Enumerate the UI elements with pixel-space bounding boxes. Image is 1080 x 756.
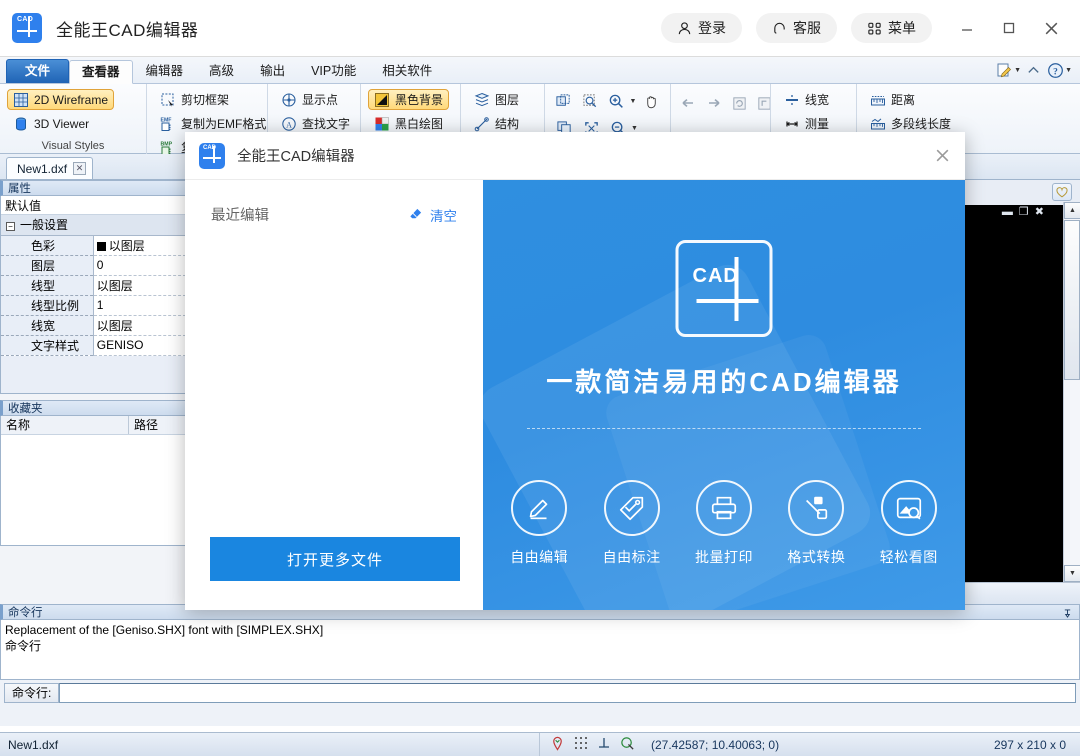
feature-free-annotate[interactable]: 自由标注 (603, 480, 661, 567)
modal-overlay: CAD 全能王CAD编辑器 最近编辑 (0, 0, 1080, 756)
application-window: CAD 全能王CAD编辑器 登录 客服 (0, 0, 1080, 756)
open-more-files-label: 打开更多文件 (287, 549, 383, 570)
convert-format-icon (788, 480, 844, 536)
favorite-heart-icon[interactable] (1052, 183, 1072, 201)
printer-icon (696, 480, 752, 536)
welcome-dialog-logo-icon: CAD (199, 143, 225, 169)
hero-title: 一款简洁易用的CAD编辑器 (483, 362, 965, 399)
feature-batch-print[interactable]: 批量打印 (695, 480, 753, 567)
hero-logo-icon: CAD (676, 240, 773, 337)
feature-easy-view[interactable]: 轻松看图 (880, 480, 938, 567)
feature-label: 自由标注 (603, 547, 661, 567)
welcome-dialog: CAD 全能王CAD编辑器 最近编辑 (185, 132, 965, 610)
feature-free-edit[interactable]: 自由编辑 (510, 480, 568, 567)
image-view-icon (881, 480, 937, 536)
recent-files-header: 最近编辑 清空 (185, 180, 483, 225)
open-more-files-button[interactable]: 打开更多文件 (210, 537, 460, 581)
recent-files-title: 最近编辑 (211, 204, 269, 225)
promo-pane: CAD 一款简洁易用的CAD编辑器 (483, 180, 965, 610)
feature-label: 自由编辑 (510, 547, 568, 567)
recent-files-pane: 最近编辑 清空 打开更多文件 (185, 180, 483, 610)
tag-annotate-icon (604, 480, 660, 536)
clear-recent-button[interactable]: 清空 (408, 205, 457, 225)
feature-format-convert[interactable]: 格式转换 (787, 480, 845, 567)
welcome-dialog-body: 最近编辑 清空 打开更多文件 (185, 180, 965, 610)
welcome-dialog-title: 全能王CAD编辑器 (237, 145, 355, 166)
hero-logo-text: CAD (693, 265, 739, 288)
hero-divider (527, 428, 921, 429)
welcome-dialog-header: CAD 全能王CAD编辑器 (185, 132, 965, 180)
clear-recent-label: 清空 (430, 205, 457, 225)
close-icon (934, 147, 951, 164)
feature-label: 格式转换 (787, 547, 845, 567)
pencil-edit-icon (511, 480, 567, 536)
feature-label: 轻松看图 (880, 547, 938, 567)
feature-label: 批量打印 (695, 547, 753, 567)
feature-list: 自由编辑 自由标注 (483, 480, 965, 567)
welcome-dialog-close-button[interactable] (919, 133, 965, 179)
eraser-icon (408, 207, 423, 222)
